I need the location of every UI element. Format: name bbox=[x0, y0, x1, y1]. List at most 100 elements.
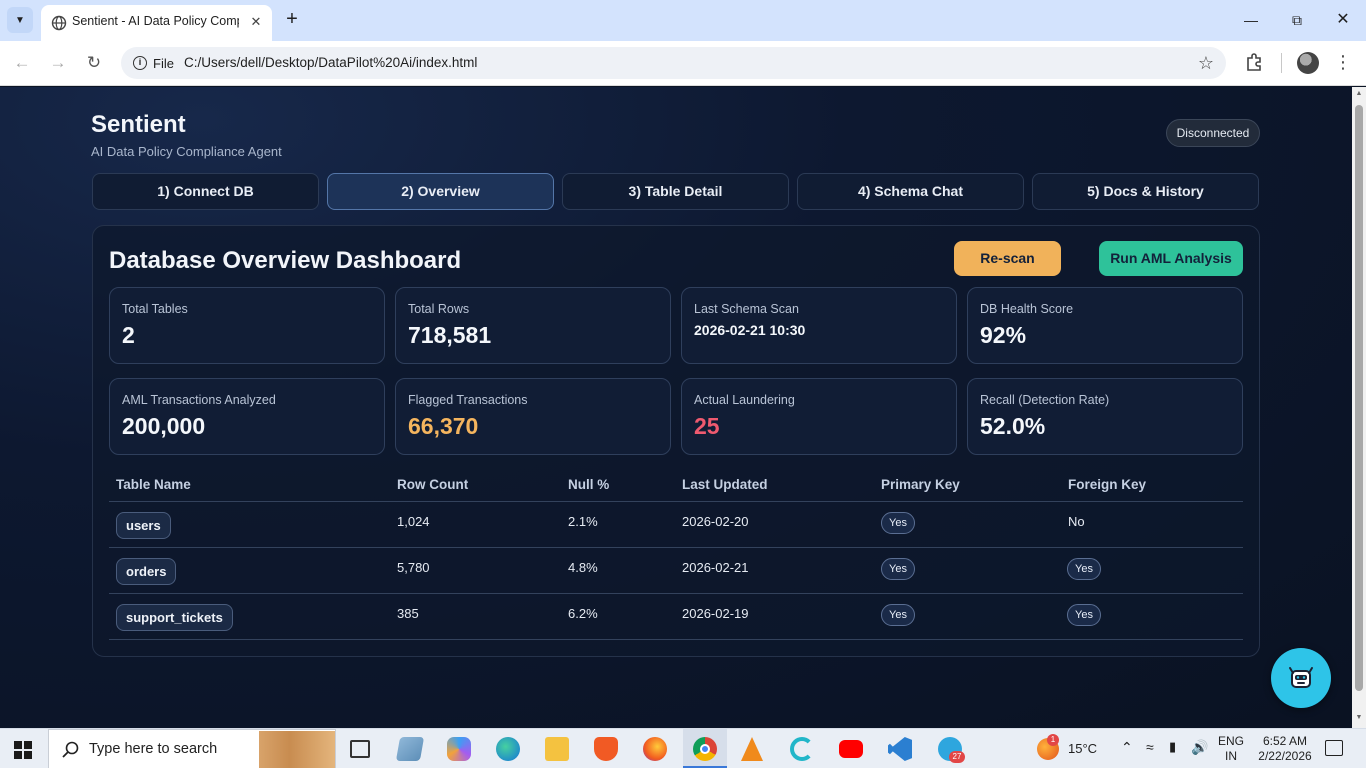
stat-value: 52.0% bbox=[980, 413, 1046, 439]
forward-button[interactable]: → bbox=[46, 51, 70, 75]
chevron-up-icon[interactable]: ⌃ bbox=[1121, 739, 1133, 756]
stat-card-aml-analyzed: AML Transactions Analyzed 200,000 bbox=[109, 378, 385, 455]
region-code: IN bbox=[1225, 749, 1237, 763]
profile-avatar[interactable] bbox=[1297, 52, 1319, 74]
last-updated-cell: 2026-02-21 bbox=[682, 560, 749, 575]
vlc-icon[interactable] bbox=[741, 737, 763, 761]
close-window-button[interactable]: ✕ bbox=[1328, 8, 1358, 32]
clock[interactable]: 6:52 AM 2/22/2026 bbox=[1253, 734, 1317, 764]
column-header-primary-key: Primary Key bbox=[881, 477, 960, 492]
last-updated-cell: 2026-02-20 bbox=[682, 514, 749, 529]
stat-label: Total Rows bbox=[408, 302, 470, 316]
null-pct-cell: 2.1% bbox=[568, 514, 598, 529]
youtube-icon[interactable] bbox=[839, 740, 863, 758]
scroll-up-arrow-icon[interactable]: ▲ bbox=[1355, 90, 1363, 97]
tab-search-button[interactable]: ▼ bbox=[7, 7, 33, 33]
restore-button[interactable]: ⧉ bbox=[1282, 8, 1312, 32]
back-button[interactable]: ← bbox=[10, 51, 34, 75]
null-pct-cell: 4.8% bbox=[568, 560, 598, 575]
overview-panel: Database Overview Dashboard Re-scan Sche… bbox=[92, 225, 1260, 657]
tab-docs-history[interactable]: 5) Docs & History bbox=[1032, 173, 1259, 210]
windows-taskbar: Type here to search 27 1 15°C ⌃ ≈ ▮ 🔊 EN… bbox=[0, 728, 1366, 768]
stat-card-total-rows: Total Rows 718,581 bbox=[395, 287, 671, 364]
extensions-icon[interactable] bbox=[1243, 51, 1265, 73]
stat-value: 66,370 bbox=[408, 413, 479, 439]
scrollbar-thumb[interactable] bbox=[1355, 105, 1363, 691]
notifications-icon[interactable] bbox=[1325, 740, 1343, 756]
stat-label: Actual Laundering bbox=[694, 393, 795, 407]
rescan-schema-button[interactable]: Re-scan Schema bbox=[954, 241, 1061, 301]
telegram-unread-badge: 27 bbox=[949, 751, 965, 763]
primary-key-badge: Yes bbox=[881, 558, 915, 580]
row-count-cell: 5,780 bbox=[397, 560, 430, 575]
table-name-chip[interactable]: users bbox=[116, 512, 171, 539]
search-placeholder: Type here to search bbox=[89, 741, 218, 757]
tab-close-icon[interactable]: ✕ bbox=[247, 13, 265, 31]
minimize-button[interactable]: — bbox=[1236, 8, 1266, 32]
column-header-last-updated: Last Updated bbox=[682, 477, 768, 492]
table-header-divider bbox=[109, 501, 1243, 502]
stat-value: 200,000 bbox=[122, 413, 206, 439]
volume-icon[interactable]: 🔊 bbox=[1191, 739, 1208, 756]
bookmark-star-icon[interactable]: ☆ bbox=[1198, 53, 1214, 74]
windows-start-icon[interactable] bbox=[14, 741, 32, 759]
chrome-icon bbox=[693, 737, 717, 761]
null-pct-cell: 6.2% bbox=[568, 606, 598, 621]
language-indicator[interactable]: ENG IN bbox=[1218, 734, 1244, 764]
last-updated-cell: 2026-02-19 bbox=[682, 606, 749, 621]
table-name-chip[interactable]: support_tickets bbox=[116, 604, 233, 631]
chat-assistant-button[interactable] bbox=[1271, 648, 1331, 708]
notepad-icon[interactable] bbox=[395, 737, 425, 761]
taskbar-search-box[interactable]: Type here to search bbox=[48, 729, 336, 768]
tab-connect-db[interactable]: 1) Connect DB bbox=[92, 173, 319, 210]
site-info-chip[interactable]: i File bbox=[129, 52, 182, 74]
weather-temp: 15°C bbox=[1068, 741, 1098, 756]
toolbar-divider bbox=[1281, 53, 1282, 73]
stat-value: 718,581 bbox=[408, 322, 492, 348]
file-explorer-icon[interactable] bbox=[545, 737, 569, 761]
column-header-foreign-key: Foreign Key bbox=[1068, 477, 1147, 492]
search-highlight-image bbox=[259, 731, 335, 768]
copilot-icon[interactable] bbox=[447, 737, 471, 761]
reload-button[interactable]: ↻ bbox=[82, 51, 106, 75]
address-bar[interactable]: i File C:/Users/dell/Desktop/DataPilot%2… bbox=[121, 47, 1226, 79]
globe-icon bbox=[51, 15, 67, 31]
battery-icon[interactable]: ▮ bbox=[1169, 739, 1176, 755]
stat-card-last-scan: Last Schema Scan 2026-02-21 10:30 bbox=[681, 287, 957, 364]
primary-key-badge: Yes bbox=[881, 512, 915, 534]
wifi-icon[interactable]: ≈ bbox=[1146, 739, 1154, 755]
brave-icon[interactable] bbox=[594, 737, 618, 761]
robot-icon bbox=[1289, 667, 1313, 688]
stat-label: Last Schema Scan bbox=[694, 302, 799, 316]
tab-overview[interactable]: 2) Overview bbox=[327, 173, 554, 210]
language-code: ENG bbox=[1218, 734, 1245, 748]
row-count-cell: 1,024 bbox=[397, 514, 430, 529]
run-aml-analysis-button[interactable]: Run AML Analysis bbox=[1099, 241, 1243, 276]
browser-tab-active[interactable]: Sentient - AI Data Policy Compl ✕ bbox=[41, 5, 272, 41]
stat-value: 2026-02-21 10:30 bbox=[694, 322, 806, 338]
foreign-key-badge: Yes bbox=[1067, 558, 1101, 580]
edge-icon[interactable] bbox=[496, 737, 520, 761]
url-text: C:/Users/dell/Desktop/DataPilot%20Ai/ind… bbox=[184, 55, 478, 70]
chrome-taskbar-button[interactable] bbox=[683, 729, 727, 768]
tab-schema-chat[interactable]: 4) Schema Chat bbox=[797, 173, 1024, 210]
stat-label: Total Tables bbox=[122, 302, 188, 316]
dashboard-title: Database Overview Dashboard bbox=[109, 247, 462, 274]
scroll-down-arrow-icon[interactable]: ▼ bbox=[1355, 714, 1363, 721]
stat-card-health-score: DB Health Score 92% bbox=[967, 287, 1243, 364]
page-scrollbar[interactable]: ▲ ▼ bbox=[1352, 87, 1366, 728]
tab-table-detail[interactable]: 3) Table Detail bbox=[562, 173, 789, 210]
vscode-icon[interactable] bbox=[888, 737, 912, 761]
stat-label: Recall (Detection Rate) bbox=[980, 393, 1110, 407]
file-label: File bbox=[153, 55, 174, 71]
task-view-icon[interactable] bbox=[350, 740, 370, 758]
table-name-chip[interactable]: orders bbox=[116, 558, 177, 585]
app-swirl-icon[interactable] bbox=[790, 737, 814, 761]
stat-card-laundering: Actual Laundering 25 bbox=[681, 378, 957, 455]
stat-value: 92% bbox=[980, 322, 1027, 348]
more-menu-icon[interactable]: ⋮ bbox=[1334, 51, 1352, 73]
new-tab-button[interactable]: + bbox=[280, 8, 304, 32]
stat-value: 25 bbox=[694, 413, 720, 439]
firefox-icon[interactable] bbox=[643, 737, 667, 761]
stat-card-total-tables: Total Tables 2 bbox=[109, 287, 385, 364]
